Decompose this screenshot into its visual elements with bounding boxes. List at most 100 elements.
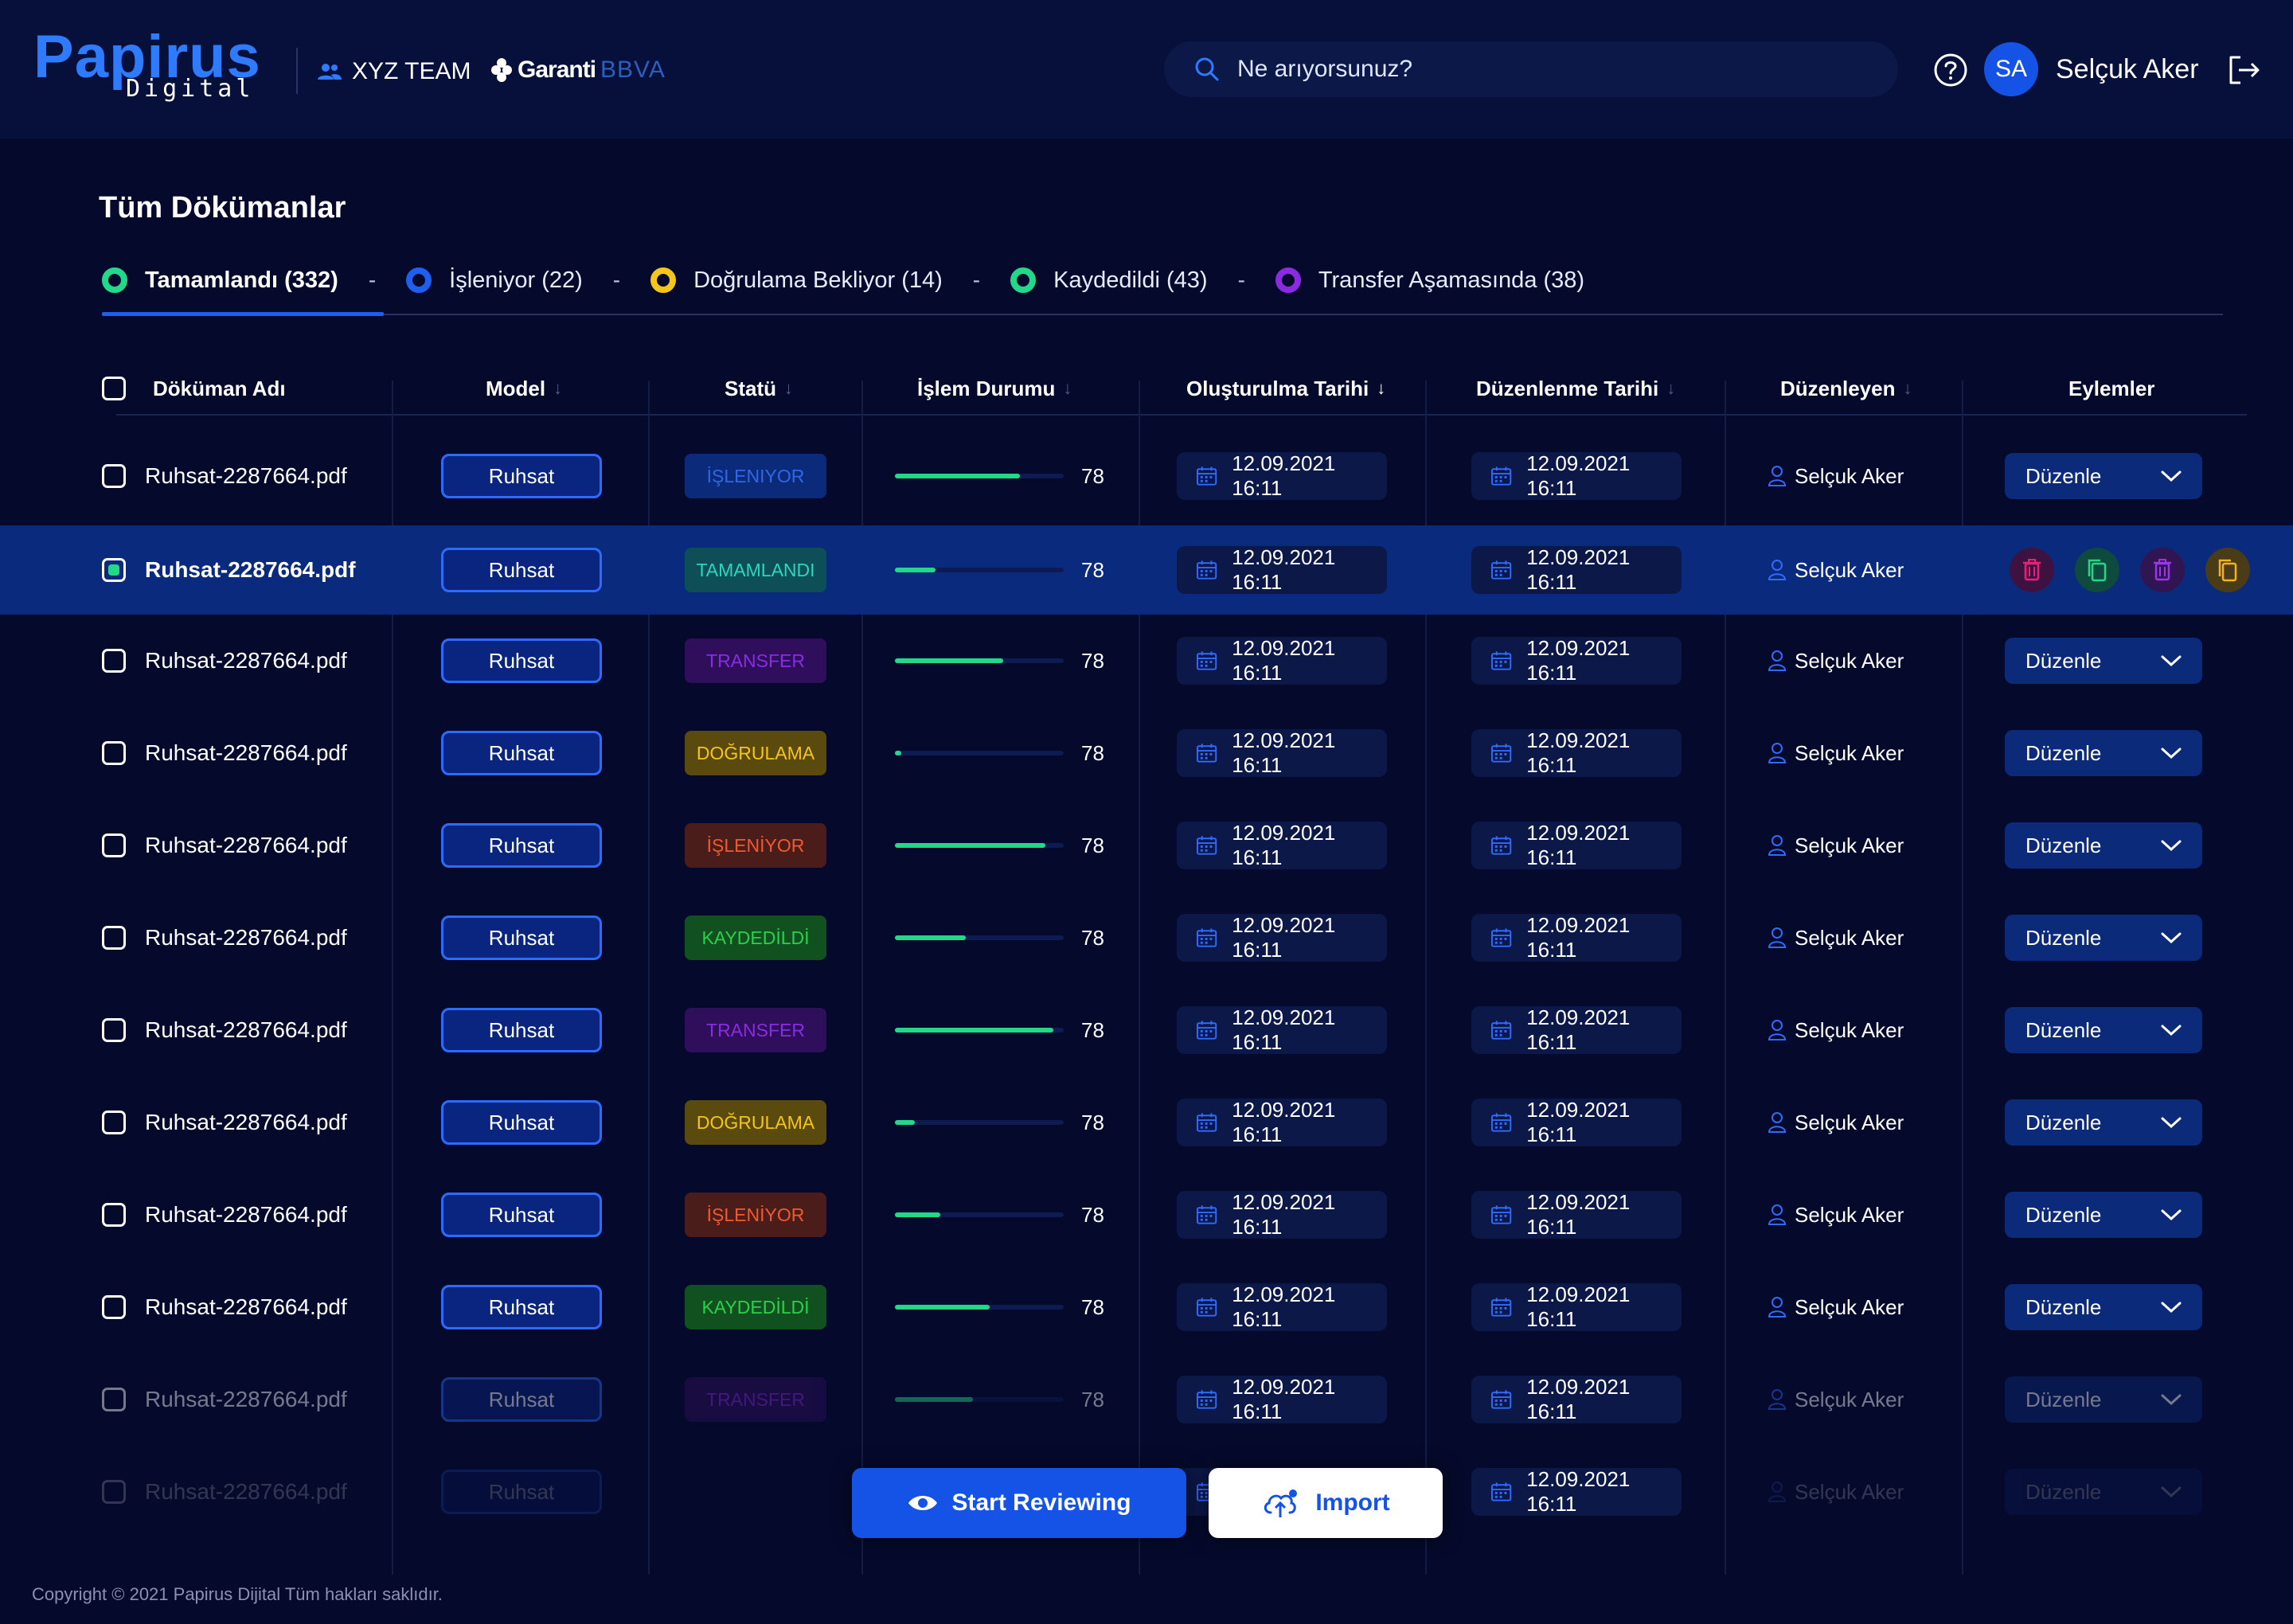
edit-dropdown-label: Düzenle (2025, 1479, 2102, 1504)
row-checkbox[interactable] (102, 1295, 126, 1319)
row-checkbox[interactable] (102, 649, 126, 673)
table-row[interactable]: Ruhsat-2287664.pdf Ruhsat TRANSFER 78 12.09.… (0, 1355, 2293, 1444)
model-badge[interactable]: Ruhsat (441, 1377, 602, 1422)
column-progress[interactable]: İşlem Durumu ↓ (917, 363, 1072, 414)
row-checkbox[interactable] (102, 833, 126, 857)
table-row[interactable]: Ruhsat-2287664.pdf Ruhsat DOĞRULAMA 78 12.09… (0, 709, 2293, 798)
copy-button[interactable] (2205, 548, 2250, 592)
document-name[interactable]: Ruhsat-2287664.pdf (145, 1110, 347, 1135)
papirus-logo[interactable]: Papirus Digital (33, 22, 264, 105)
user-name[interactable]: Selçuk Aker (2056, 54, 2199, 85)
row-checkbox[interactable] (102, 464, 126, 488)
logout-icon[interactable] (2226, 54, 2261, 86)
start-reviewing-button[interactable]: Start Reviewing (852, 1468, 1186, 1538)
edit-dropdown[interactable]: Düzenle (2005, 822, 2202, 869)
team-label[interactable]: XYZ TEAM (317, 56, 471, 88)
calendar-icon (1196, 651, 1217, 670)
brand-logo: Garanti BBVA (490, 53, 666, 88)
delete-button[interactable] (2010, 548, 2054, 592)
progress-cell: 78 (895, 709, 1104, 798)
model-badge[interactable]: Ruhsat (441, 1285, 602, 1329)
document-name[interactable]: Ruhsat-2287664.pdf (145, 1479, 347, 1505)
search-input[interactable] (1237, 56, 1842, 83)
tab-1[interactable]: İşleniyor (22) (406, 267, 583, 294)
edit-dropdown[interactable]: Düzenle (2005, 1469, 2202, 1515)
edit-dropdown[interactable]: Düzenle (2005, 915, 2202, 961)
model-badge[interactable]: Ruhsat (441, 731, 602, 775)
edit-dropdown[interactable]: Düzenle (2005, 1192, 2202, 1238)
edited-date-cell: 12.09.2021 16:11 (1471, 616, 1682, 705)
table-row[interactable]: Ruhsat-2287664.pdf Ruhsat İŞLENİYOR 78 12.09… (0, 1170, 2293, 1259)
row-checkbox[interactable] (102, 926, 126, 950)
document-name[interactable]: Ruhsat-2287664.pdf (145, 740, 347, 766)
model-badge[interactable]: Ruhsat (441, 915, 602, 960)
model-badge[interactable]: Ruhsat (441, 1193, 602, 1237)
user-icon (1768, 1020, 1787, 1040)
column-editor[interactable]: Düzenleyen ↓ (1780, 363, 1912, 414)
user-icon (1768, 1389, 1787, 1410)
column-status[interactable]: Statü ↓ (725, 363, 793, 414)
model-badge[interactable]: Ruhsat (441, 823, 602, 868)
column-document-name[interactable]: Döküman Adı (102, 363, 286, 414)
row-checkbox[interactable] (102, 741, 126, 765)
table-row[interactable]: Ruhsat-2287664.pdf Ruhsat DOĞRULAMA 78 12.09… (0, 1078, 2293, 1167)
document-name[interactable]: Ruhsat-2287664.pdf (145, 463, 347, 489)
editor: Selçuk Aker (1768, 649, 1904, 673)
document-name[interactable]: Ruhsat-2287664.pdf (145, 648, 347, 673)
document-name[interactable]: Ruhsat-2287664.pdf (145, 1017, 347, 1043)
column-edited-date[interactable]: Düzenlenme Tarihi ↓ (1476, 363, 1675, 414)
import-button[interactable]: Import (1209, 1468, 1443, 1538)
document-name[interactable]: Ruhsat-2287664.pdf (145, 1202, 347, 1228)
tab-0[interactable]: Tamamlandı (332) (102, 267, 338, 294)
delete-button[interactable] (2140, 548, 2185, 592)
row-checkbox[interactable] (102, 1480, 126, 1504)
row-checkbox[interactable] (102, 1388, 126, 1411)
edit-dropdown[interactable]: Düzenle (2005, 453, 2202, 499)
table-row[interactable]: Ruhsat-2287664.pdf Ruhsat TAMAMLANDI 78 12.0… (0, 525, 2293, 615)
created-date: 12.09.2021 16:11 (1177, 1375, 1387, 1423)
model-badge[interactable]: Ruhsat (441, 454, 602, 498)
column-created-date[interactable]: Oluşturulma Tarihi ↓ (1186, 363, 1385, 414)
table-row[interactable]: Ruhsat-2287664.pdf Ruhsat TRANSFER 78 12.09.… (0, 986, 2293, 1075)
model-badge[interactable]: Ruhsat (441, 1008, 602, 1052)
edit-dropdown[interactable]: Düzenle (2005, 1007, 2202, 1053)
avatar[interactable]: SA (1984, 42, 2038, 96)
copy-button[interactable] (2075, 548, 2119, 592)
table-row[interactable]: Ruhsat-2287664.pdf Ruhsat TRANSFER 78 12.09.… (0, 616, 2293, 705)
help-icon[interactable] (1933, 53, 1968, 88)
row-checkbox[interactable] (102, 558, 126, 582)
edit-dropdown[interactable]: Düzenle (2005, 1284, 2202, 1330)
document-name[interactable]: Ruhsat-2287664.pdf (145, 557, 356, 583)
model-cell: Ruhsat (441, 986, 602, 1075)
row-checkbox[interactable] (102, 1018, 126, 1042)
document-name[interactable]: Ruhsat-2287664.pdf (145, 833, 347, 858)
editor: Selçuk Aker (1768, 1480, 1904, 1505)
progress-value: 78 (1081, 833, 1104, 857)
document-name[interactable]: Ruhsat-2287664.pdf (145, 1387, 347, 1412)
model-badge[interactable]: Ruhsat (441, 638, 602, 683)
tab-2[interactable]: Doğrulama Bekliyor (14) (650, 267, 943, 294)
edit-dropdown[interactable]: Düzenle (2005, 730, 2202, 776)
edit-dropdown[interactable]: Düzenle (2005, 1099, 2202, 1146)
column-model[interactable]: Model ↓ (486, 363, 562, 414)
model-badge[interactable]: Ruhsat (441, 1470, 602, 1514)
select-all-checkbox[interactable] (102, 377, 126, 400)
edit-dropdown-label: Düzenle (2025, 1202, 2102, 1227)
model-badge[interactable]: Ruhsat (441, 548, 602, 592)
tab-4[interactable]: Transfer Aşamasında (38) (1275, 267, 1584, 294)
tab-3[interactable]: Kaydedildi (43) (1010, 267, 1208, 294)
row-checkbox[interactable] (102, 1203, 126, 1227)
edit-dropdown[interactable]: Düzenle (2005, 638, 2202, 684)
created-date: 12.09.2021 16:11 (1177, 451, 1387, 500)
search-bar[interactable] (1164, 41, 1898, 97)
model-badge[interactable]: Ruhsat (441, 1100, 602, 1145)
document-name[interactable]: Ruhsat-2287664.pdf (145, 1294, 347, 1320)
row-checkbox[interactable] (102, 1111, 126, 1134)
table-row[interactable]: Ruhsat-2287664.pdf Ruhsat İŞLENIYOR 78 12.09… (0, 431, 2293, 521)
edit-dropdown[interactable]: Düzenle (2005, 1376, 2202, 1423)
document-name[interactable]: Ruhsat-2287664.pdf (145, 925, 347, 951)
table-row[interactable]: Ruhsat-2287664.pdf Ruhsat KAYDEDİLDİ 78 12.0… (0, 893, 2293, 982)
calendar-icon (1490, 836, 1512, 855)
table-row[interactable]: Ruhsat-2287664.pdf Ruhsat İŞLENİYOR 78 12.09… (0, 801, 2293, 890)
table-row[interactable]: Ruhsat-2287664.pdf Ruhsat KAYDEDİLDİ 78 12.0… (0, 1263, 2293, 1352)
